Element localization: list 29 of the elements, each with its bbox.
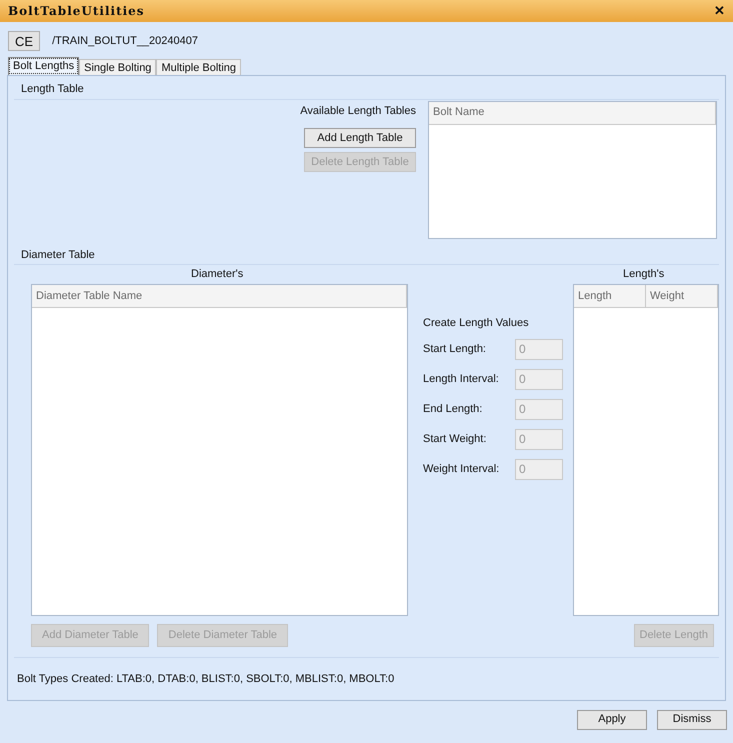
button[interactable]: Apply bbox=[577, 710, 647, 730]
section-heading: Create Length Values bbox=[423, 316, 530, 331]
list-box[interactable]: Length Weight bbox=[573, 284, 719, 616]
column-header[interactable]: Bolt Name bbox=[429, 102, 716, 124]
field-label: Weight Interval: bbox=[423, 462, 500, 477]
column-header[interactable]: Diameter Table Name bbox=[32, 285, 407, 307]
status-text: Bolt Types Created: LTAB:0, DTAB:0, BLIST:0, SBOLT:0, MBLIST:0, MBOLT:0 bbox=[17, 673, 394, 685]
column-header[interactable]: Length bbox=[574, 285, 646, 307]
group-title: Diameter Table bbox=[21, 248, 96, 262]
field-label: End Length: bbox=[423, 402, 482, 417]
ce-button[interactable]: CE bbox=[8, 31, 40, 51]
tab[interactable]: Multiple Bolting bbox=[156, 59, 242, 75]
section-heading: Diameter's bbox=[191, 266, 244, 282]
tab[interactable]: Single Bolting bbox=[79, 59, 156, 75]
list-box[interactable]: Bolt Name bbox=[428, 100, 717, 238]
field-label: Start Length: bbox=[423, 342, 486, 357]
button[interactable]: Dismiss bbox=[657, 710, 727, 730]
section-heading: Length's bbox=[623, 266, 664, 282]
window-title: BoltTableUtilities bbox=[8, 3, 145, 20]
field-label: Length Interval: bbox=[423, 372, 499, 387]
path-label: /TRAIN_BOLTUT__20240407 bbox=[52, 34, 198, 49]
button[interactable]: Add Length Table bbox=[304, 128, 416, 148]
field-label: Start Weight: bbox=[423, 432, 486, 447]
group-title: Length Table bbox=[21, 82, 85, 97]
close-button[interactable]: ✕ bbox=[714, 1, 725, 21]
list-box[interactable]: Diameter Table Name bbox=[31, 284, 408, 616]
column-header[interactable]: Weight bbox=[646, 285, 718, 307]
tab[interactable]: Bolt Lengths bbox=[8, 57, 80, 75]
field-label: Available Length Tables bbox=[300, 104, 416, 118]
